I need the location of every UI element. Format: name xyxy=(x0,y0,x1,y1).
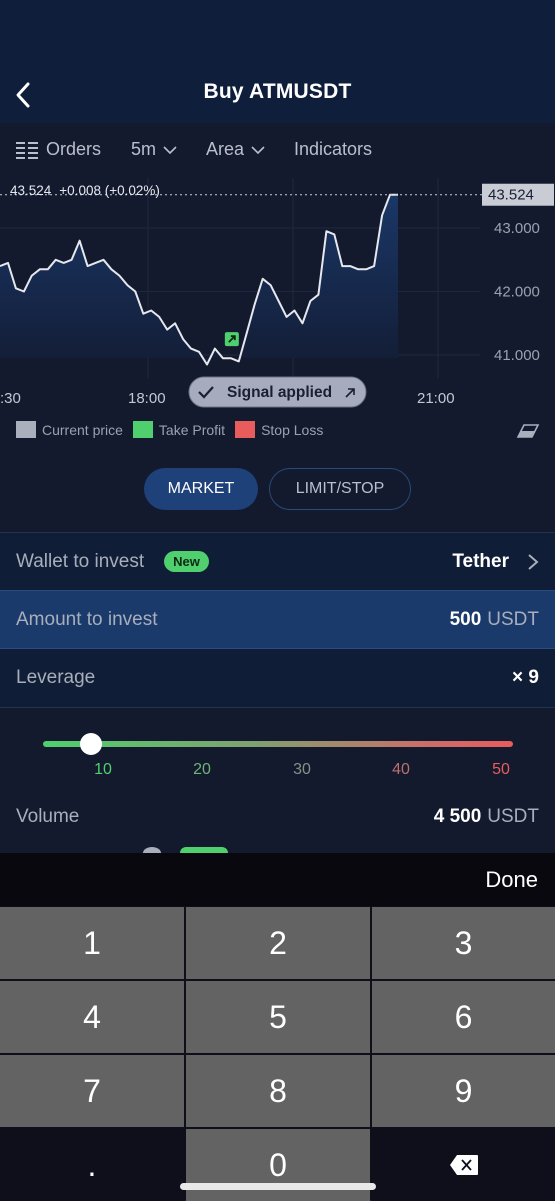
price-change: +0.008 (+0.02%) xyxy=(59,183,160,198)
leverage-tick: 40 xyxy=(392,761,410,778)
volume-label: Volume xyxy=(16,806,80,827)
legend-label: Take Profit xyxy=(158,421,226,438)
chevron-right-icon xyxy=(528,553,539,570)
price-area xyxy=(0,194,398,365)
legend-swatch xyxy=(16,421,36,438)
amount-label: Amount to invest xyxy=(16,608,158,630)
y-tick-label: 41.000 xyxy=(494,347,540,364)
leverage-tick: 50 xyxy=(492,761,510,778)
legend-stop-loss: Stop Loss xyxy=(235,421,323,438)
wallet-label: Wallet to invest xyxy=(16,550,145,572)
indicators-label: Indicators xyxy=(294,139,373,159)
legend-current-price: Current price xyxy=(16,421,123,438)
key-0[interactable]: 0 xyxy=(186,1129,370,1201)
eraser-icon[interactable] xyxy=(516,421,540,439)
keyboard-accessory-bar: Done xyxy=(0,853,555,906)
timeframe-label: 5m xyxy=(131,139,157,159)
orders-label: Orders xyxy=(46,139,102,159)
leverage-label: Leverage xyxy=(16,667,96,688)
leverage-tick: 10 xyxy=(94,761,112,778)
price-readout: 43.524 +0.008 (+0.02%) xyxy=(10,183,160,198)
top-bar: Buy ATMUSDT xyxy=(0,0,555,123)
y-tick-label: 43.000 xyxy=(494,220,540,237)
wallet-row[interactable]: Wallet to invest New Tether xyxy=(0,532,555,590)
done-button[interactable]: Done xyxy=(485,867,538,893)
x-tick-label: 18:00 xyxy=(128,390,166,407)
signal-applied-pill[interactable]: Signal applied xyxy=(188,376,367,408)
volume-value-wrap: 4 500 USDT xyxy=(434,806,539,828)
leverage-slider-thumb[interactable] xyxy=(79,733,102,755)
key-decimal[interactable]: . xyxy=(0,1129,184,1201)
chart-type-dropdown[interactable]: Area xyxy=(206,139,266,160)
key-4[interactable]: 4 xyxy=(0,981,184,1053)
legend-label: Current price xyxy=(42,421,123,438)
signal-marker[interactable] xyxy=(224,332,239,347)
x-tick-label: 21:00 xyxy=(417,390,455,407)
chart-toolbar: Orders 5m Area Indicators xyxy=(0,123,555,178)
leverage-tick: 30 xyxy=(293,761,311,778)
key-7[interactable]: 7 xyxy=(0,1055,184,1127)
key-1[interactable]: 1 xyxy=(0,907,184,979)
chart-legend: Current price Take Profit Stop Loss xyxy=(16,421,333,438)
y-tick-label: 42.000 xyxy=(494,284,540,301)
numeric-keypad: 1 2 3 4 5 6 7 8 9 . 0 xyxy=(0,906,555,1201)
list-icon xyxy=(16,141,38,159)
amount-input[interactable]: 500 USDT xyxy=(450,609,539,631)
chevron-down-icon xyxy=(163,145,177,154)
leverage-slider[interactable] xyxy=(43,733,513,755)
leverage-ticks: 10 20 30 40 50 xyxy=(0,761,555,781)
current-price-tag-text: 43.524 xyxy=(488,187,534,204)
timeframe-dropdown[interactable]: 5m xyxy=(131,139,178,160)
leverage-tick: 20 xyxy=(193,761,211,778)
volume-value: 4 500 xyxy=(433,806,482,827)
chevron-down-icon xyxy=(251,145,265,154)
legend-swatch xyxy=(235,421,256,438)
orders-button[interactable]: Orders xyxy=(16,139,101,160)
legend-label: Stop Loss xyxy=(261,421,324,438)
key-6[interactable]: 6 xyxy=(372,981,555,1053)
key-3[interactable]: 3 xyxy=(372,907,555,979)
backspace-key[interactable] xyxy=(372,1129,555,1201)
page-title: Buy ATMUSDT xyxy=(203,80,352,103)
wallet-value: Tether xyxy=(452,550,509,572)
price-value: 43.524 xyxy=(10,183,52,198)
volume-row: Volume 4 500 USDT xyxy=(0,800,555,834)
signal-applied-label: Signal applied xyxy=(227,384,332,401)
leverage-value: × 9 xyxy=(512,667,539,688)
legend-swatch xyxy=(132,421,153,438)
key-9[interactable]: 9 xyxy=(372,1055,555,1127)
leverage-row: Leverage × 9 xyxy=(0,649,555,708)
home-indicator[interactable] xyxy=(180,1183,376,1190)
key-5[interactable]: 5 xyxy=(186,981,370,1053)
indicators-button[interactable]: Indicators xyxy=(294,139,372,160)
volume-unit: USDT xyxy=(487,806,539,827)
key-8[interactable]: 8 xyxy=(186,1055,370,1127)
legend-take-profit: Take Profit xyxy=(132,421,226,438)
limit-stop-tab[interactable]: LIMIT/STOP xyxy=(269,468,411,510)
backspace-icon xyxy=(449,1155,478,1175)
x-tick-label: :30 xyxy=(0,390,21,407)
chart-type-label: Area xyxy=(206,139,245,159)
new-badge: New xyxy=(164,551,209,572)
amount-row[interactable]: Amount to invest 500 USDT xyxy=(0,590,555,649)
price-chart[interactable]: 43.524 43.524 +0.008 (+0.02%) 43.000 42.00… xyxy=(0,178,555,418)
amount-value: 500 xyxy=(449,608,482,630)
amount-unit: USDT xyxy=(487,608,539,630)
market-tab[interactable]: MARKET xyxy=(144,468,258,510)
key-2[interactable]: 2 xyxy=(186,907,370,979)
